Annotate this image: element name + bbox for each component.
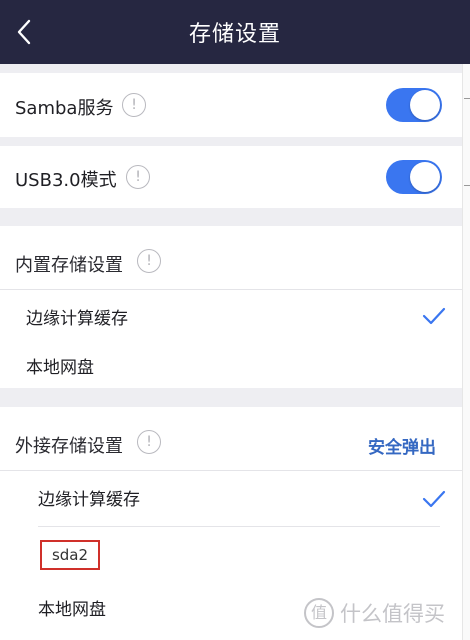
external-option-edge-cache[interactable]: 边缘计算缓存 [0,471,462,525]
samba-row: Samba服务 ! [0,73,462,137]
option-label: 本地网盘 [26,358,94,378]
samba-label: Samba服务 [15,98,114,119]
info-icon[interactable]: ! [126,165,150,189]
option-label: 边缘计算缓存 [26,309,128,329]
internal-option-edge-cache[interactable]: 边缘计算缓存 [0,290,462,340]
checkmark-icon [422,490,446,508]
external-storage-header: 外接存储设置 ! 安全弹出 [0,407,462,467]
internal-option-local-disk[interactable]: 本地网盘 [0,340,462,388]
info-icon[interactable]: ! [137,249,161,273]
device-tag[interactable]: sda2 [40,540,100,570]
top-bar: 存储设置 [0,0,470,64]
toggle-knob [410,162,440,192]
samba-card: Samba服务 ! [0,73,462,137]
external-storage-title: 外接存储设置 [15,436,123,457]
usb-toggle[interactable] [386,160,442,194]
internal-storage-title: 内置存储设置 [15,255,123,276]
info-icon[interactable]: ! [122,93,146,117]
usb-row: USB3.0模式 ! [0,146,462,208]
internal-storage-header: 内置存储设置 ! [0,226,462,286]
edge-mark [464,98,470,99]
safe-eject-button[interactable]: 安全弹出 [368,433,436,458]
edge-mark [464,185,470,186]
samba-toggle[interactable] [386,88,442,122]
toggle-knob [410,90,440,120]
usb-label: USB3.0模式 [15,170,117,191]
watermark: 值 什么值得买 [304,598,445,628]
watermark-logo-icon: 值 [304,598,334,628]
edge-strip [462,64,470,640]
checkmark-icon [422,307,446,325]
option-label: 本地网盘 [38,600,106,620]
usb-card: USB3.0模式 ! [0,146,462,208]
page-title: 存储设置 [188,22,281,47]
chevron-left-icon [17,19,31,45]
info-icon[interactable]: ! [137,430,161,454]
back-button[interactable] [4,12,44,52]
watermark-text: 什么值得买 [340,602,445,626]
option-label: 边缘计算缓存 [38,490,140,510]
internal-storage-card: 内置存储设置 ! 边缘计算缓存 本地网盘 [0,226,462,388]
divider [38,526,440,527]
